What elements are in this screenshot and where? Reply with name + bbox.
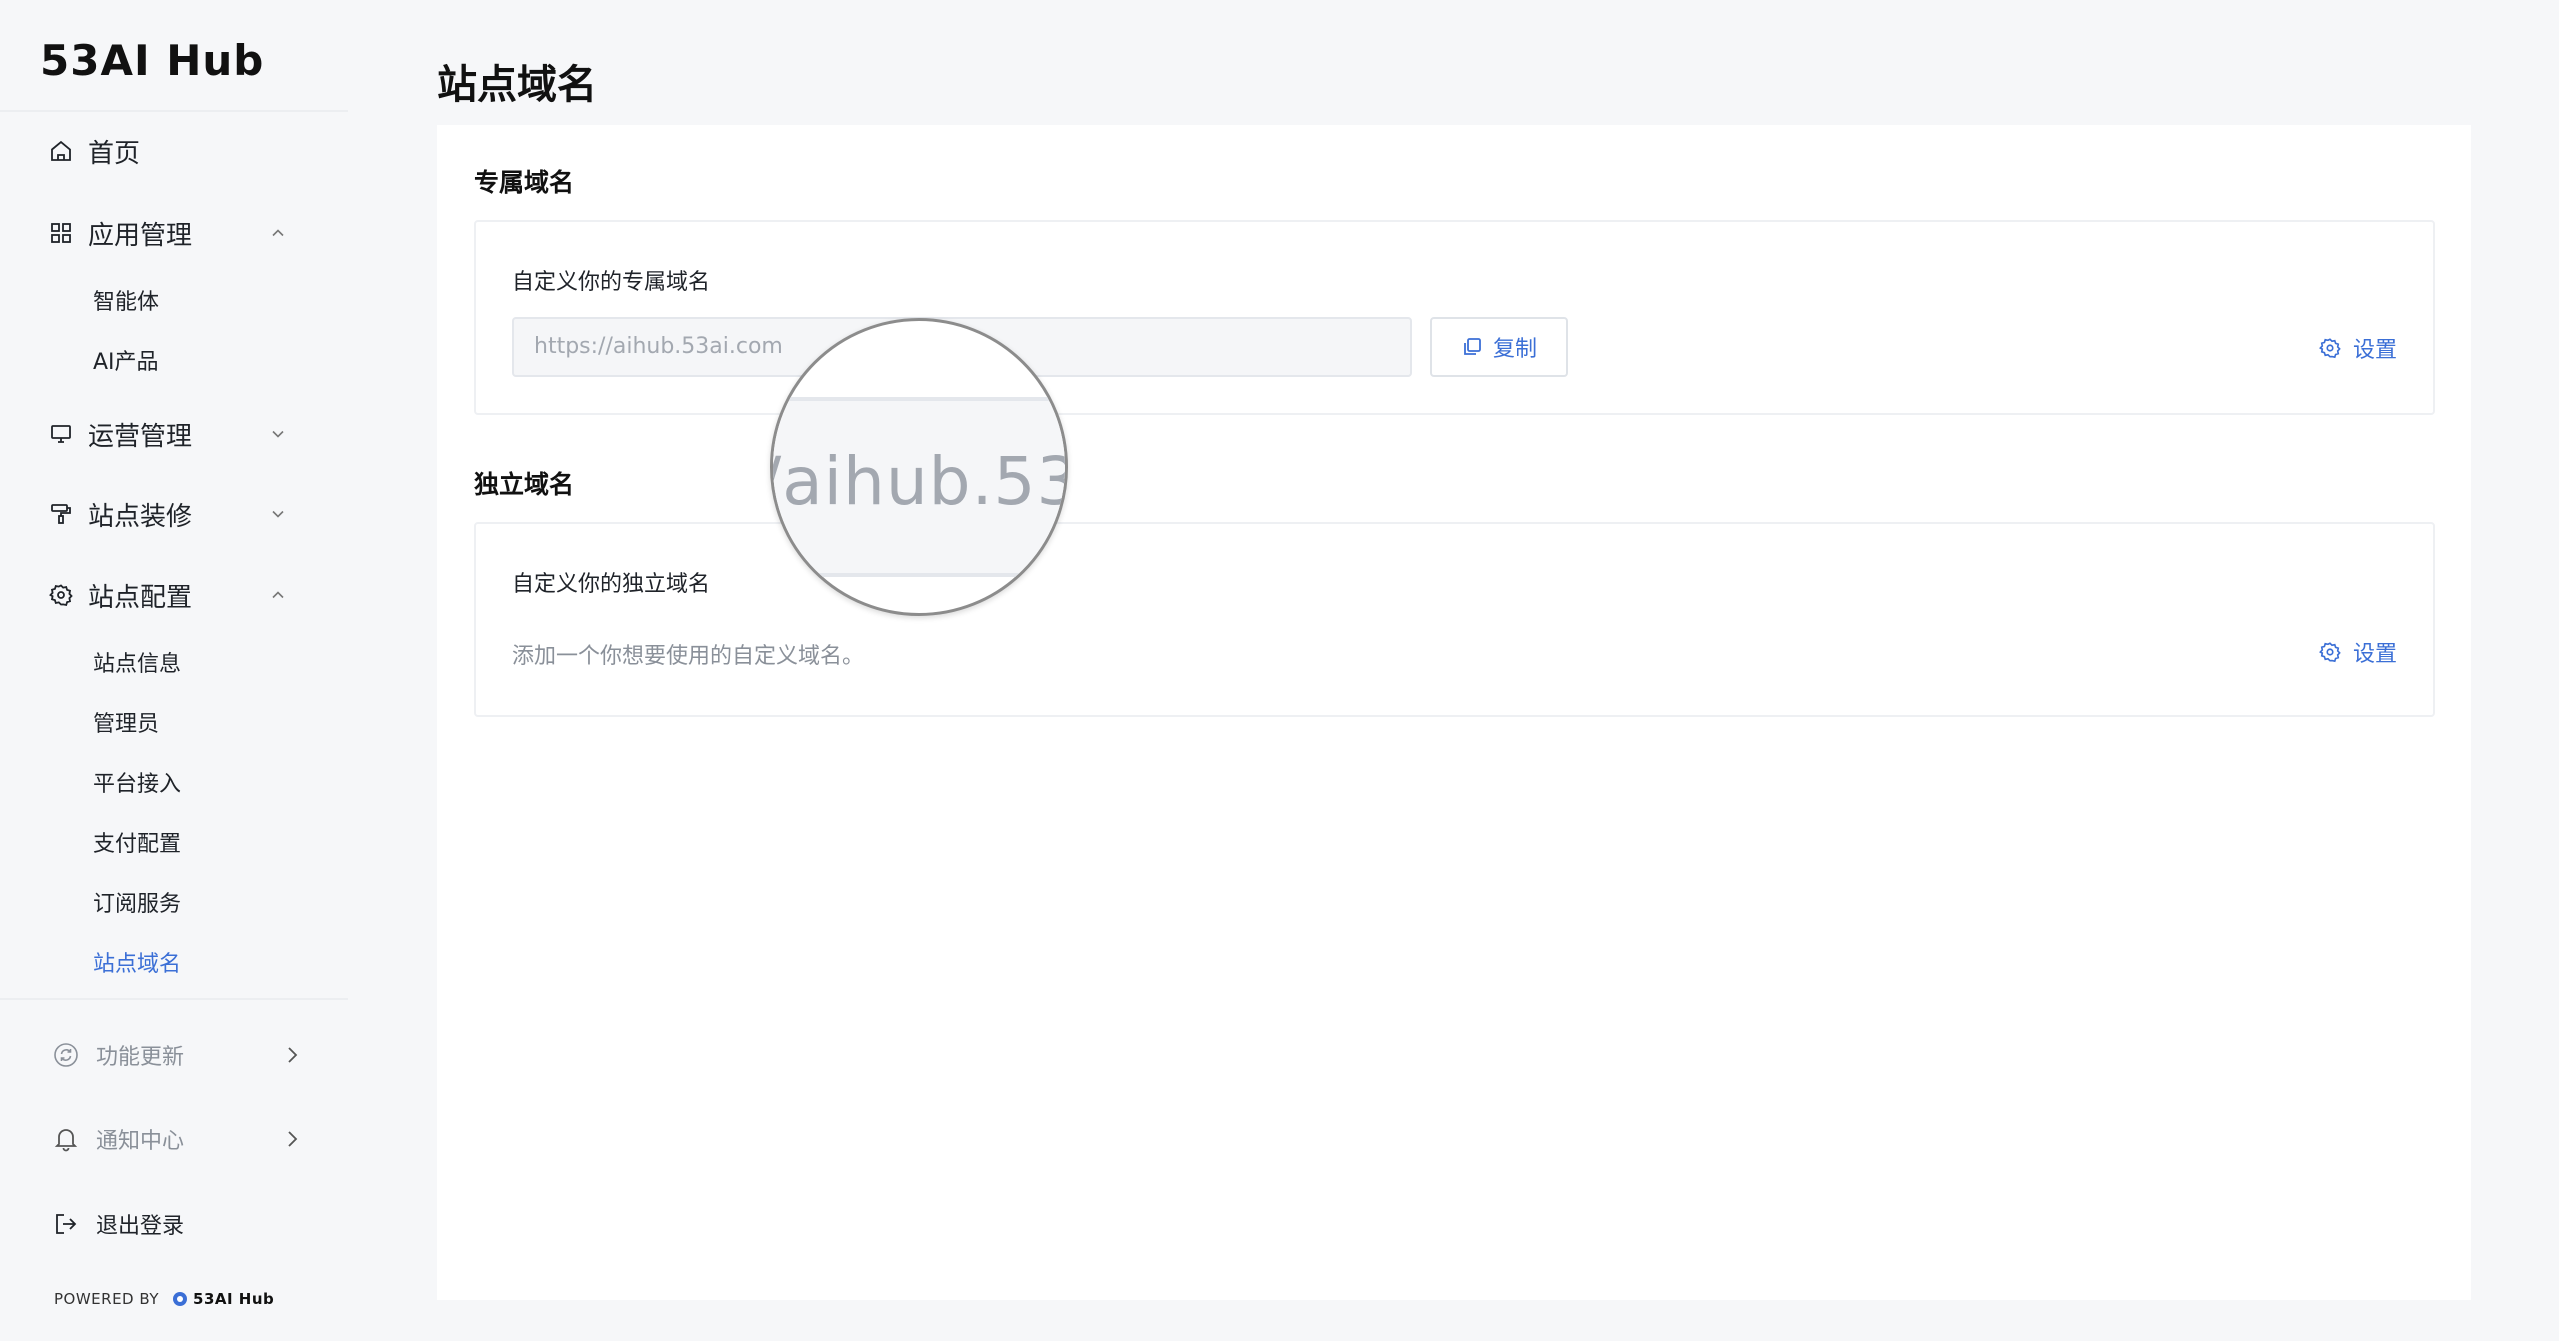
sidebar-item-operations[interactable]: 运营管理 xyxy=(48,414,288,454)
exclusive-domain-title: 专属域名 xyxy=(474,168,575,197)
copy-icon xyxy=(1464,338,1481,355)
chevron-right-icon xyxy=(288,1047,298,1063)
sidebar-item-label: 运营管理 xyxy=(88,421,193,452)
sidebar-subitem-site-domain[interactable]: 站点域名 xyxy=(93,948,181,982)
sidebar-subitem-agents[interactable]: 智能体 xyxy=(93,286,159,320)
app-logo: 53AI Hub xyxy=(40,36,265,85)
sidebar-item-app-management[interactable]: 应用管理 xyxy=(48,213,288,253)
chevron-up-icon xyxy=(272,591,284,599)
logout-icon xyxy=(52,1210,80,1238)
independent-domain-label: 自定义你的独立域名 xyxy=(512,572,711,597)
powered-brand-name: 53AI Hub xyxy=(193,1290,275,1308)
gear-icon xyxy=(48,582,74,608)
sidebar-subitem-site-info[interactable]: 站点信息 xyxy=(93,648,181,682)
sidebar: 53AI Hub 首页 应用管理 智能体 AI产品 运营管理 站点装修 站点配置 xyxy=(0,0,348,1341)
sidebar-item-label: 站点装修 xyxy=(88,501,193,532)
sidebar-subitem-admins[interactable]: 管理员 xyxy=(93,708,159,742)
sidebar-subitem-platform-access[interactable]: 平台接入 xyxy=(93,768,181,802)
sidebar-item-home[interactable]: 首页 xyxy=(48,131,288,171)
copy-button[interactable]: 复制 xyxy=(1430,317,1568,377)
chevron-up-icon xyxy=(272,229,284,237)
refresh-icon xyxy=(52,1041,80,1069)
exclusive-domain-card: 自定义你的专属域名 https://aihub.53ai.com 复制 设置 xyxy=(474,220,2435,415)
sidebar-item-feature-updates[interactable]: 功能更新 xyxy=(52,1037,302,1073)
independent-domain-title: 独立域名 xyxy=(474,470,575,499)
sidebar-item-site-decoration[interactable]: 站点装修 xyxy=(48,494,288,534)
home-icon xyxy=(48,138,74,164)
independent-domain-card: 自定义你的独立域名 添加一个你想要使用的自定义域名。 设置 xyxy=(474,522,2435,717)
sidebar-item-site-config[interactable]: 站点配置 xyxy=(48,575,288,615)
gear-icon xyxy=(2319,642,2341,663)
chevron-down-icon xyxy=(272,430,284,438)
sidebar-item-label: 首页 xyxy=(88,138,141,169)
sidebar-subitem-ai-products[interactable]: AI产品 xyxy=(93,346,159,380)
powered-by: POWERED BY 53AI Hub xyxy=(54,1290,274,1308)
powered-brand: 53AI Hub xyxy=(171,1290,274,1308)
grid-icon xyxy=(48,220,74,246)
paint-roller-icon xyxy=(48,501,74,527)
zoom-magnifier: /aihub.53a xyxy=(770,318,1068,616)
sidebar-item-label: 应用管理 xyxy=(88,220,193,251)
logout-button[interactable]: 退出登录 xyxy=(52,1206,302,1242)
sidebar-subitem-payment-config[interactable]: 支付配置 xyxy=(93,828,181,862)
chevron-down-icon xyxy=(272,510,284,518)
logout-label: 退出登录 xyxy=(96,1214,185,1239)
monitor-icon xyxy=(48,421,74,447)
sidebar-divider xyxy=(0,998,348,1000)
sidebar-item-notification-center[interactable]: 通知中心 xyxy=(52,1121,302,1157)
sidebar-item-label: 功能更新 xyxy=(96,1045,185,1070)
magnified-text: /aihub.53a xyxy=(770,443,1065,520)
settings-label: 设置 xyxy=(2352,338,2397,363)
independent-domain-hint: 添加一个你想要使用的自定义域名。 xyxy=(512,644,865,669)
bell-icon xyxy=(52,1125,80,1153)
exclusive-domain-label: 自定义你的专属域名 xyxy=(512,270,711,295)
sidebar-subitem-subscription[interactable]: 订阅服务 xyxy=(93,888,181,922)
sidebar-item-label: 站点配置 xyxy=(88,582,193,613)
sidebar-divider xyxy=(0,110,348,112)
independent-settings-link[interactable]: 设置 xyxy=(2319,636,2397,668)
copy-button-label: 复制 xyxy=(1492,337,1537,362)
exclusive-settings-link[interactable]: 设置 xyxy=(2319,332,2397,364)
page-title: 站点域名 xyxy=(437,62,597,108)
settings-label: 设置 xyxy=(2352,642,2397,667)
powered-by-text: POWERED BY xyxy=(54,1290,160,1308)
chevron-right-icon xyxy=(288,1131,298,1147)
sidebar-item-label: 通知中心 xyxy=(96,1129,185,1154)
brand-logo-icon xyxy=(173,1292,188,1306)
gear-icon xyxy=(2319,338,2341,359)
